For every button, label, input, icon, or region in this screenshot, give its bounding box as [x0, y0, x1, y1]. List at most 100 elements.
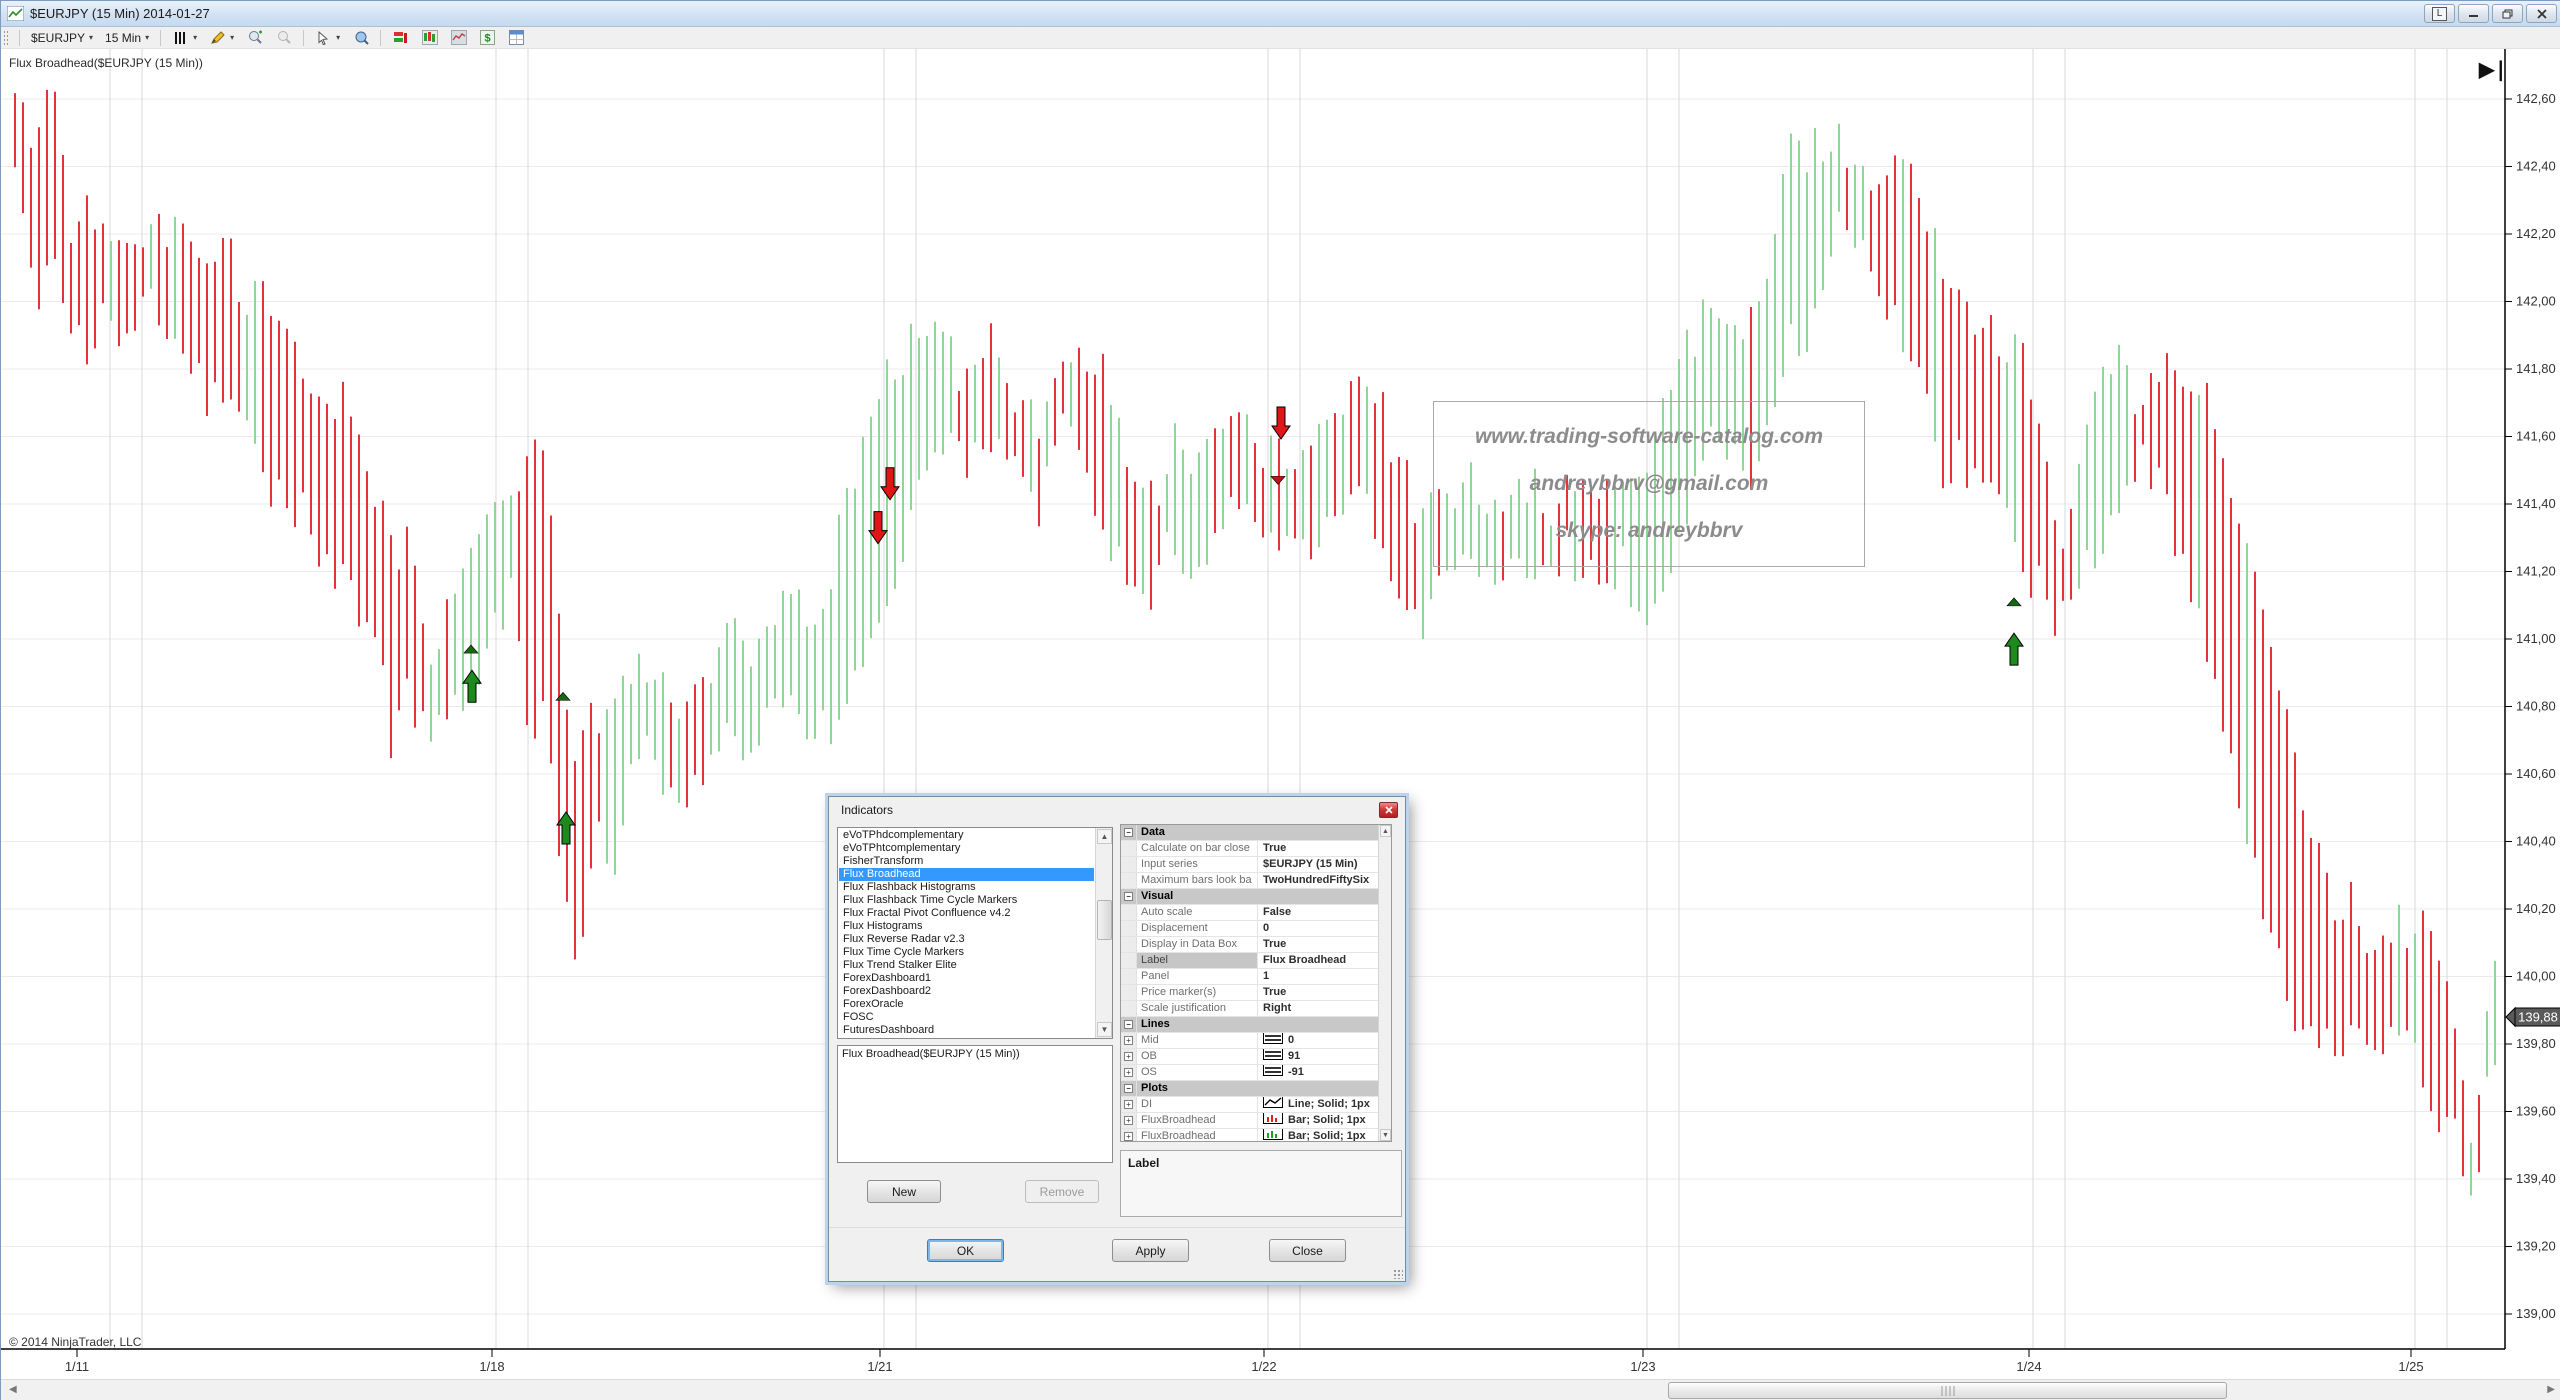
grid-property-row[interactable]: Input series$EURJPY (15 Min) — [1121, 857, 1378, 873]
property-value[interactable]: 91 — [1258, 1049, 1378, 1064]
grid-property-row[interactable]: Scale justificationRight — [1121, 1001, 1378, 1017]
property-value[interactable]: -91 — [1258, 1065, 1378, 1080]
title-bar[interactable]: $EURJPY (15 Min) 2014-01-27 L — [1, 1, 2560, 27]
expand-icon[interactable]: + — [1121, 1049, 1137, 1064]
account-button[interactable]: $ — [473, 28, 502, 48]
ok-button[interactable]: OK — [927, 1239, 1004, 1262]
property-value[interactable]: 0 — [1258, 1033, 1378, 1048]
grid-property-row[interactable]: Display in Data BoxTrue — [1121, 937, 1378, 953]
instrument-selector[interactable]: $EURJPY ▾ — [25, 29, 99, 47]
grid-section-row[interactable]: −Visual — [1121, 889, 1378, 905]
data-box-button[interactable] — [346, 28, 375, 48]
property-value[interactable]: True — [1258, 985, 1378, 1000]
scroll-left-icon[interactable]: ◀ — [9, 1384, 17, 1395]
toolbar-grip[interactable] — [3, 30, 10, 46]
property-value[interactable]: TwoHundredFiftySix — [1258, 873, 1378, 888]
drawing-tools-button[interactable]: ▾ — [203, 28, 240, 48]
restore-button[interactable] — [2492, 4, 2523, 23]
cursor-button[interactable]: ▾ — [309, 28, 346, 48]
minimize-button[interactable] — [2458, 4, 2489, 23]
grid-property-row[interactable]: Calculate on bar closeTrue — [1121, 841, 1378, 857]
property-value[interactable]: $EURJPY (15 Min) — [1258, 857, 1378, 872]
indicator-list-item[interactable]: Flux Fractal Pivot Confluence v4.2 — [839, 907, 1094, 920]
link-button[interactable]: L — [2424, 4, 2455, 23]
collapse-icon[interactable]: − — [1121, 825, 1137, 840]
indicator-list-item[interactable]: Flux Trend Stalker Elite — [839, 959, 1094, 972]
indicator-list-item[interactable]: eVoTPhdcomplementary — [839, 829, 1094, 842]
interval-selector[interactable]: 15 Min ▾ — [99, 29, 155, 47]
property-value[interactable]: Right — [1258, 1001, 1378, 1016]
go-to-last-bar-icon[interactable]: ▶❘ — [2479, 57, 2507, 82]
grid-scrollbar[interactable]: ▲ ▼ — [1378, 825, 1391, 1141]
collapse-icon[interactable]: − — [1121, 889, 1137, 904]
scroll-right-icon[interactable]: ▶ — [2547, 1384, 2555, 1395]
property-value[interactable]: Bar; Solid; 1px — [1258, 1129, 1378, 1142]
scroll-down-icon[interactable]: ▼ — [1380, 1129, 1391, 1141]
expand-icon[interactable]: + — [1121, 1033, 1137, 1048]
property-grid[interactable]: −DataCalculate on bar closeTrueInput ser… — [1120, 824, 1392, 1142]
indicator-list-item[interactable]: Flux Reverse Radar v2.3 — [839, 933, 1094, 946]
grid-property-row[interactable]: +Mid0 — [1121, 1033, 1378, 1049]
property-value[interactable]: 0 — [1258, 921, 1378, 936]
property-value[interactable]: False — [1258, 905, 1378, 920]
grid-section-row[interactable]: −Lines — [1121, 1017, 1378, 1033]
chart-hscrollbar[interactable]: ◀ ▶ — [1, 1379, 2560, 1400]
mini-chart-button[interactable] — [444, 28, 473, 48]
market-analyzer-button[interactable] — [502, 28, 531, 48]
indicator-list-item[interactable]: ForexDashboard2 — [839, 985, 1094, 998]
configured-indicators-list[interactable]: Flux Broadhead($EURJPY (15 Min)) — [837, 1045, 1113, 1163]
property-value[interactable]: True — [1258, 937, 1378, 952]
zoom-in-button[interactable] — [240, 28, 269, 48]
grid-section-row[interactable]: −Data — [1121, 825, 1378, 841]
resize-grip[interactable] — [1393, 1269, 1403, 1279]
indicator-list-item[interactable]: Flux Broadhead — [839, 868, 1094, 881]
scroll-thumb[interactable] — [1097, 900, 1112, 940]
apply-button[interactable]: Apply — [1112, 1239, 1189, 1262]
indicator-list-item[interactable]: FOSC — [839, 1011, 1094, 1024]
indicator-list-item[interactable]: FisherTransform — [839, 855, 1094, 868]
property-value[interactable]: 1 — [1258, 969, 1378, 984]
grid-property-row[interactable]: Auto scaleFalse — [1121, 905, 1378, 921]
hscroll-thumb[interactable] — [1668, 1382, 2227, 1399]
indicator-list-item[interactable]: eVoTPhtcomplementary — [839, 842, 1094, 855]
indicator-list-item[interactable]: Flux Histograms — [839, 920, 1094, 933]
grid-property-row[interactable]: Maximum bars look baTwoHundredFiftySix — [1121, 873, 1378, 889]
scroll-up-icon[interactable]: ▲ — [1097, 829, 1112, 844]
grid-property-row[interactable]: Price marker(s)True — [1121, 985, 1378, 1001]
grid-property-row[interactable]: LabelFlux Broadhead — [1121, 953, 1378, 969]
indicator-list-item[interactable]: Flux Flashback Time Cycle Markers — [839, 894, 1094, 907]
expand-icon[interactable]: + — [1121, 1113, 1137, 1128]
new-button[interactable]: New — [867, 1180, 941, 1203]
expand-icon[interactable]: + — [1121, 1065, 1137, 1080]
indicator-list-item[interactable]: ForexDashboard1 — [839, 972, 1094, 985]
indicator-listbox[interactable]: eVoTPhdcomplementaryeVoTPhtcomplementary… — [837, 827, 1113, 1039]
grid-property-row[interactable]: Panel1 — [1121, 969, 1378, 985]
chart-trader-button[interactable] — [386, 28, 415, 48]
configured-indicator-item[interactable]: Flux Broadhead($EURJPY (15 Min)) — [842, 1048, 1108, 1060]
property-value[interactable]: Bar; Solid; 1px — [1258, 1113, 1378, 1128]
grid-property-row[interactable]: +FluxBroadheadBar; Solid; 1px — [1121, 1113, 1378, 1129]
property-value[interactable]: Flux Broadhead — [1258, 953, 1378, 968]
bars-panel-button[interactable] — [415, 28, 444, 48]
scroll-up-icon[interactable]: ▲ — [1380, 825, 1391, 837]
expand-icon[interactable]: + — [1121, 1097, 1137, 1112]
indicator-list-item[interactable]: ForexOracle — [839, 998, 1094, 1011]
indicator-list-item[interactable]: Flux Time Cycle Markers — [839, 946, 1094, 959]
collapse-icon[interactable]: − — [1121, 1017, 1137, 1032]
grid-section-row[interactable]: −Plots — [1121, 1081, 1378, 1097]
remove-button[interactable]: Remove — [1025, 1180, 1099, 1203]
property-value[interactable]: Line; Solid; 1px — [1258, 1097, 1378, 1112]
grid-property-row[interactable]: +FluxBroadheadBar; Solid; 1px — [1121, 1129, 1378, 1142]
grid-property-row[interactable]: +OB91 — [1121, 1049, 1378, 1065]
grid-property-row[interactable]: +OS-91 — [1121, 1065, 1378, 1081]
property-value[interactable]: True — [1258, 841, 1378, 856]
zoom-out-button[interactable] — [269, 28, 298, 48]
scroll-down-icon[interactable]: ▼ — [1097, 1022, 1112, 1037]
list-scrollbar[interactable]: ▲ ▼ — [1095, 828, 1112, 1038]
close-button[interactable] — [2526, 4, 2557, 23]
close-button2[interactable]: Close — [1269, 1239, 1346, 1262]
collapse-icon[interactable]: − — [1121, 1081, 1137, 1096]
indicators-dialog[interactable]: Indicators eVoTPhdcomplementaryeVoTPhtco… — [828, 796, 1406, 1282]
chart-style-button[interactable]: ▾ — [166, 28, 203, 48]
expand-icon[interactable]: + — [1121, 1129, 1137, 1142]
